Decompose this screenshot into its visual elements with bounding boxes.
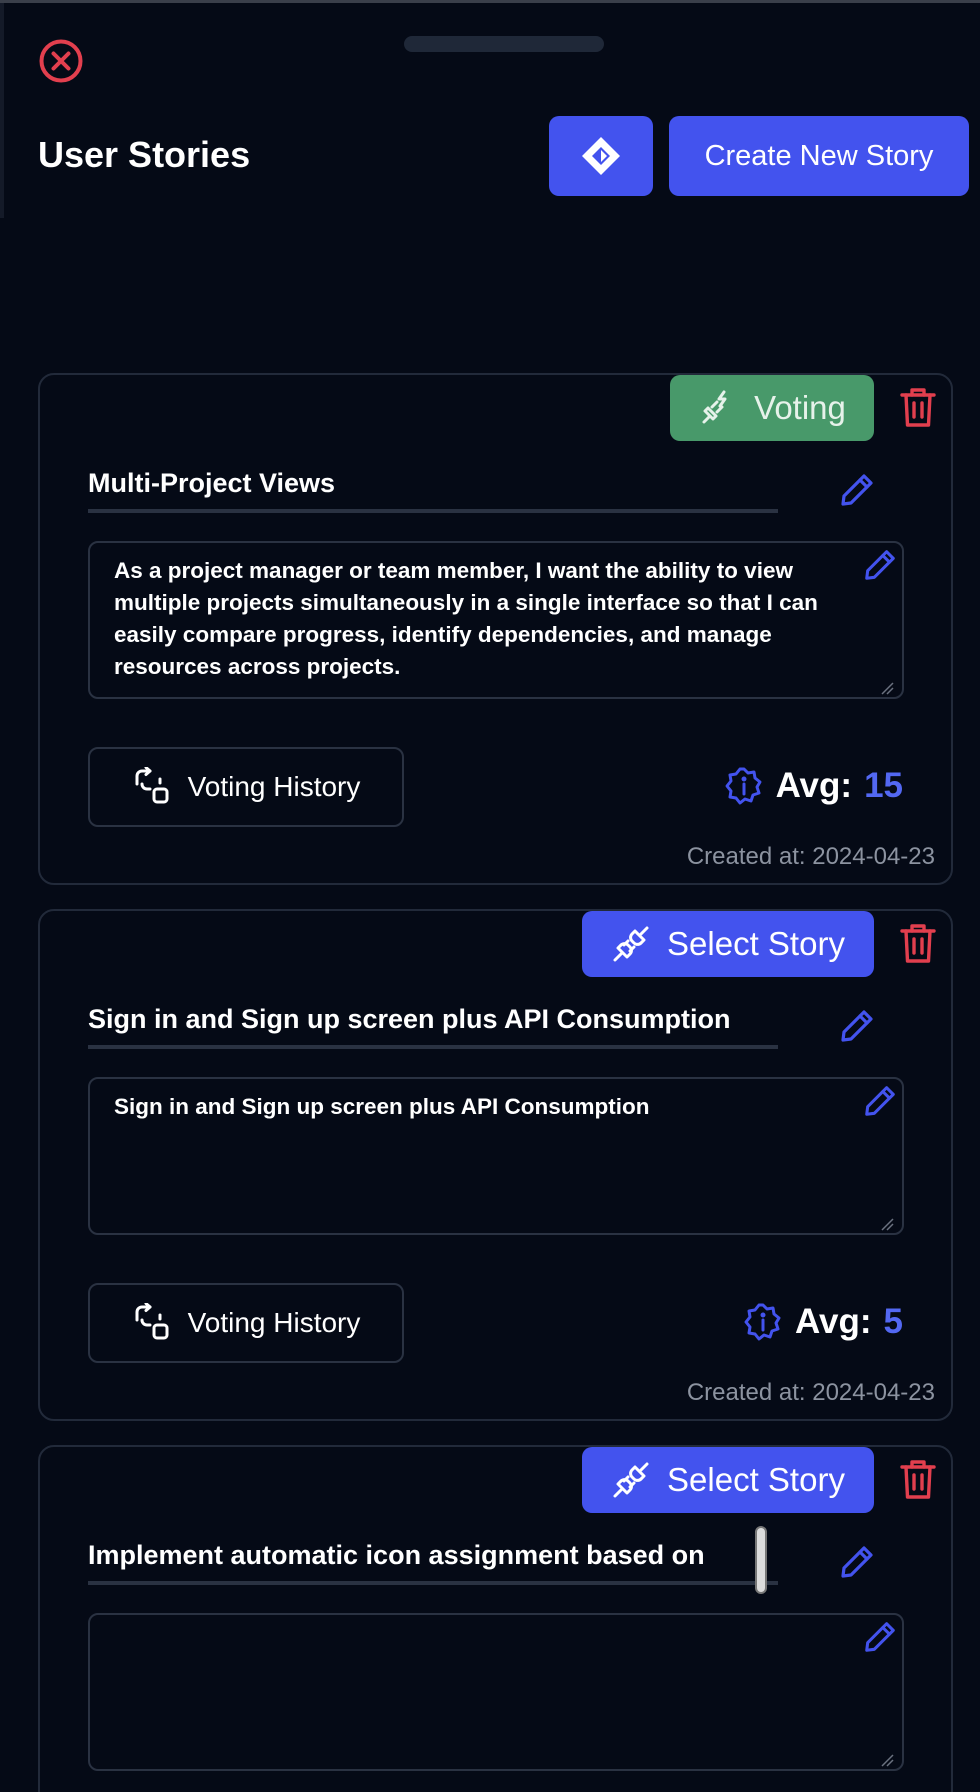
pencil-icon[interactable] xyxy=(862,1619,898,1655)
resize-grip-icon[interactable] xyxy=(878,679,894,695)
story-description-textarea[interactable] xyxy=(88,1613,904,1771)
average-estimate: Avg: 5 xyxy=(743,1297,903,1347)
voting-history-label: Voting History xyxy=(187,1307,361,1338)
window-top-border xyxy=(0,0,980,3)
avg-label: Avg: xyxy=(795,1302,872,1341)
select-story-button[interactable]: Select Story xyxy=(582,1447,874,1513)
pencil-icon[interactable] xyxy=(862,547,898,583)
voting-status-button[interactable]: Voting xyxy=(670,375,874,441)
story-description-textarea[interactable]: As a project manager or team member, I w… xyxy=(88,541,904,699)
status-label: Select Story xyxy=(667,1461,845,1498)
voting-history-button[interactable]: Voting History xyxy=(88,1283,404,1363)
pencil-icon[interactable] xyxy=(838,1007,876,1045)
plug-connected-icon xyxy=(613,926,649,962)
jira-button[interactable] xyxy=(549,116,653,196)
plug-connected-icon xyxy=(613,1462,649,1498)
trash-icon[interactable] xyxy=(898,921,938,965)
average-estimate: Avg: 15 xyxy=(724,761,903,811)
info-badge-icon[interactable] xyxy=(724,766,764,806)
story-title: Sign in and Sign up screen plus API Cons… xyxy=(88,1004,731,1034)
info-badge-icon[interactable] xyxy=(743,1302,783,1342)
trash-icon[interactable] xyxy=(898,1457,938,1501)
story-card: Select Story Implement automatic icon as… xyxy=(38,1445,953,1792)
avg-label: Avg: xyxy=(775,766,853,805)
story-card: Voting Multi-Project Views As a project … xyxy=(38,373,953,885)
window-left-border xyxy=(0,3,4,218)
create-new-story-button[interactable]: Create New Story xyxy=(669,116,969,196)
story-card: Select Story Sign in and Sign up screen … xyxy=(38,909,953,1421)
history-swap-icon xyxy=(135,1303,169,1340)
resize-grip-icon[interactable] xyxy=(878,1215,894,1231)
story-title: Multi-Project Views xyxy=(88,468,336,498)
story-title: Implement automatic icon assignment base… xyxy=(88,1540,705,1570)
created-date: Created at: 2024-04-23 xyxy=(686,843,935,870)
voting-history-label: Voting History xyxy=(187,771,361,802)
story-title-field[interactable]: Implement automatic icon assignment base… xyxy=(88,1535,778,1585)
title-scrollbar-thumb[interactable] xyxy=(755,1526,767,1594)
drawer-drag-handle[interactable] xyxy=(404,36,604,52)
story-title-field[interactable]: Sign in and Sign up screen plus API Cons… xyxy=(88,999,778,1049)
resize-grip-icon[interactable] xyxy=(878,1751,894,1767)
avg-value: 15 xyxy=(864,766,903,805)
pencil-icon[interactable] xyxy=(838,1543,876,1581)
plug-disconnected-icon xyxy=(702,390,727,424)
story-title-field[interactable]: Multi-Project Views xyxy=(88,463,778,513)
status-label: Select Story xyxy=(667,925,845,962)
status-label: Voting xyxy=(754,389,846,426)
avg-value: 5 xyxy=(883,1302,903,1341)
pencil-icon[interactable] xyxy=(838,471,876,509)
history-swap-icon xyxy=(135,767,169,804)
jira-diamond-icon xyxy=(582,137,620,175)
select-story-button[interactable]: Select Story xyxy=(582,911,874,977)
trash-icon[interactable] xyxy=(898,385,938,429)
close-icon[interactable] xyxy=(38,38,84,84)
story-description-textarea[interactable]: Sign in and Sign up screen plus API Cons… xyxy=(88,1077,904,1235)
page-title: User Stories xyxy=(38,134,251,175)
created-date: Created at: 2024-04-23 xyxy=(686,1379,935,1406)
voting-history-button[interactable]: Voting History xyxy=(88,747,404,827)
pencil-icon[interactable] xyxy=(862,1083,898,1119)
